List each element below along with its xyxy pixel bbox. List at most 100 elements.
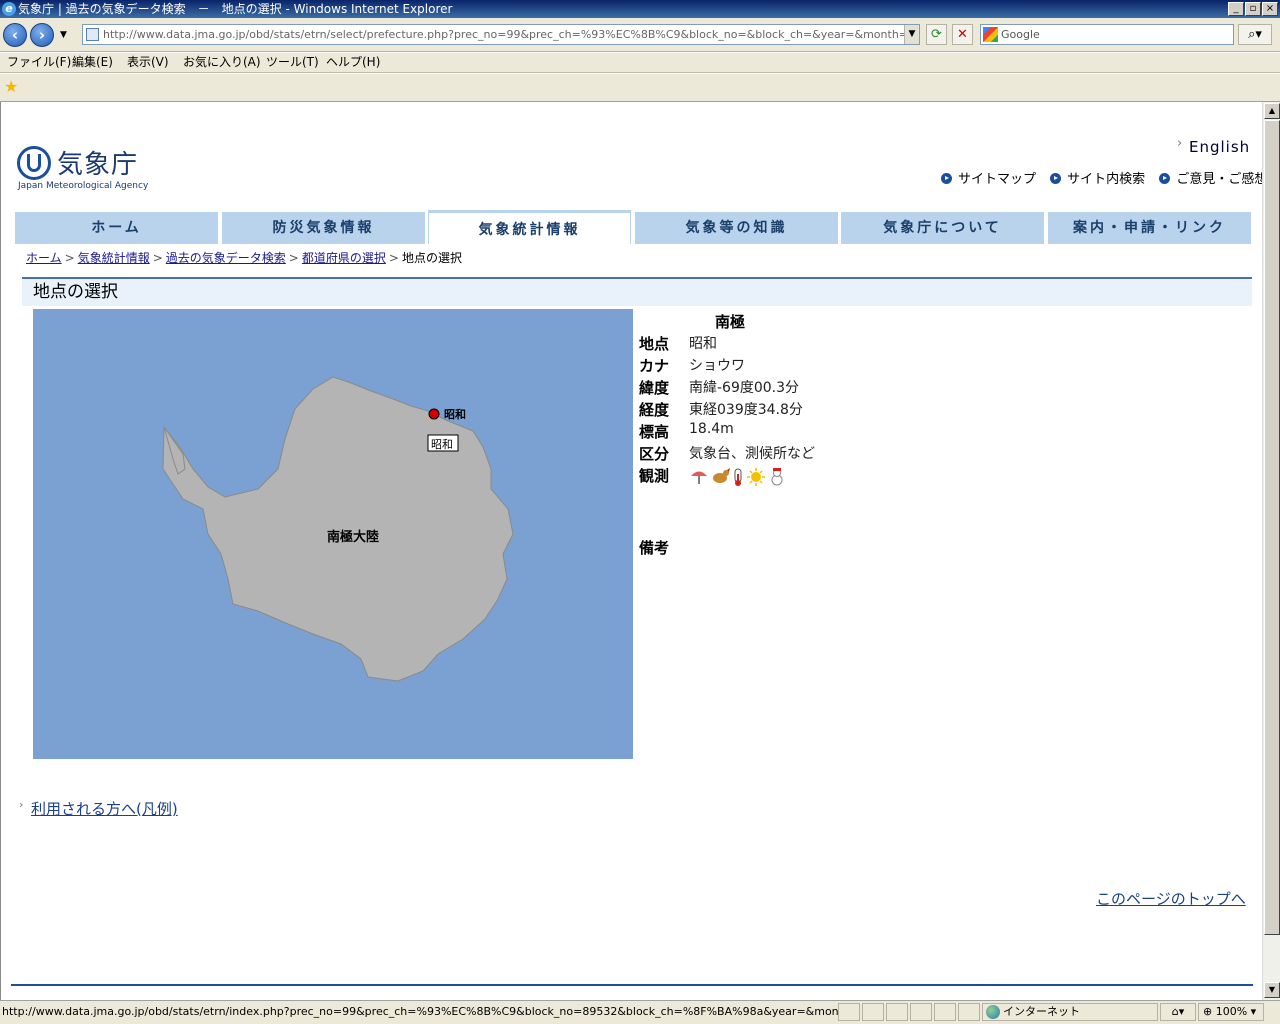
- search-box[interactable]: Google: [980, 24, 1234, 45]
- logo-name: 気象庁: [57, 150, 139, 180]
- menu-view[interactable]: 表示(V): [127, 53, 169, 72]
- scroll-thumb[interactable]: [1264, 120, 1280, 935]
- search-placeholder: Google: [1001, 28, 1040, 41]
- info-label: 観測: [639, 467, 670, 485]
- forward-button[interactable]: ›: [30, 23, 54, 47]
- menu-bar: ファイル(F) 編集(E) 表示(V) お気に入り(A) ツール(T) ヘルプ(…: [0, 53, 1280, 73]
- stop-button[interactable]: ✕: [952, 24, 973, 45]
- zoom-icon: ⊕: [1203, 1005, 1213, 1018]
- google-icon: [983, 27, 998, 42]
- zoom-dropdown-icon: ▾: [1250, 1005, 1257, 1018]
- jma-logo[interactable]: 気象庁 Japan Meteorological Agency: [17, 144, 149, 192]
- feedback-link[interactable]: ご意見・ご感想: [1159, 168, 1262, 187]
- back-to-top-link[interactable]: このページのトップへ: [1096, 888, 1246, 909]
- site-search-link-label: サイト内検索: [1067, 172, 1146, 187]
- arrow-bullet-icon: [1159, 173, 1171, 184]
- menu-tools[interactable]: ツール(T): [266, 53, 319, 72]
- scroll-down-icon[interactable]: ▼: [1264, 982, 1280, 998]
- breadcrumb-data-search[interactable]: 過去の気象データ検索: [166, 251, 286, 265]
- address-dropdown-icon[interactable]: ▼: [904, 25, 919, 44]
- info-value: ショウワ: [689, 358, 745, 374]
- info-value: 18.4m: [689, 421, 734, 437]
- info-label: 経度: [639, 401, 670, 419]
- info-value: 南緯-69度00.3分: [689, 380, 800, 396]
- menu-edit[interactable]: 編集(E): [72, 53, 113, 72]
- protected-mode-icon[interactable]: ⌂▾: [1160, 1003, 1196, 1021]
- globe-icon: [986, 1005, 1000, 1019]
- minimize-button[interactable]: _: [1228, 2, 1244, 16]
- refresh-button[interactable]: ⟳: [926, 24, 947, 45]
- close-window-button[interactable]: ×: [1262, 2, 1278, 16]
- antarctica-continent[interactable]: [162, 376, 514, 682]
- station-map: 昭和 昭和 南極大陸: [33, 309, 633, 759]
- address-bar[interactable]: http://www.data.jma.go.jp/obd/stats/etrn…: [82, 24, 920, 45]
- observation-icons: [689, 467, 789, 491]
- security-zone[interactable]: インターネット: [982, 1003, 1158, 1021]
- remarks-label: 備考: [639, 539, 670, 557]
- showa-station-dot[interactable]: [428, 408, 440, 420]
- menu-file[interactable]: ファイル(F): [7, 53, 71, 72]
- showa-station-box-label: 昭和: [431, 438, 453, 451]
- breadcrumb-prefecture[interactable]: 都道府県の選択: [302, 251, 386, 265]
- region-name: 南極: [715, 313, 746, 331]
- menu-help[interactable]: ヘルプ(H): [326, 53, 380, 72]
- vertical-scrollbar[interactable]: ▲ ▼: [1262, 102, 1280, 1000]
- english-link[interactable]: English: [1177, 136, 1250, 156]
- address-text: http://www.data.jma.go.jp/obd/stats/etrn…: [103, 28, 920, 41]
- status-bar: http://www.data.jma.go.jp/obd/stats/etrn…: [0, 1000, 1280, 1024]
- zoom-level: 100%: [1215, 1005, 1248, 1018]
- favorites-bar: ★: [0, 74, 1280, 102]
- info-label: 区分: [639, 445, 670, 463]
- showa-station-label: 昭和: [444, 407, 466, 421]
- info-label: 標高: [639, 423, 670, 441]
- status-segment: [886, 1003, 908, 1021]
- info-label: カナ: [639, 357, 670, 375]
- zoom-control[interactable]: ⊕ 100% ▾: [1198, 1003, 1264, 1021]
- sun-icon: [747, 468, 765, 486]
- arrow-bullet-icon: [1050, 173, 1062, 184]
- top-links: サイトマップ サイト内検索 ご意見・ご感想: [941, 168, 1262, 187]
- site-search-link[interactable]: サイト内検索: [1050, 168, 1145, 187]
- arrow-bullet-icon: [941, 173, 952, 184]
- status-segment: [838, 1003, 860, 1021]
- tab-disaster-info[interactable]: 防災気象情報: [222, 212, 425, 244]
- tab-about[interactable]: 気象庁について: [841, 212, 1044, 244]
- page-content: 気象庁 Japan Meteorological Agency English …: [0, 102, 1262, 1000]
- status-url: http://www.data.jma.go.jp/obd/stats/etrn…: [2, 1005, 839, 1018]
- tab-knowledge[interactable]: 気象等の知識: [635, 212, 838, 244]
- scroll-up-icon[interactable]: ▲: [1264, 103, 1280, 119]
- info-value: 気象台、測候所など: [689, 446, 815, 462]
- feedback-link-label: ご意見・ご感想: [1176, 172, 1262, 187]
- breadcrumb: ホーム > 気象統計情報 > 過去の気象データ検索 > 都道府県の選択 > 地点の選択: [26, 249, 462, 266]
- ie-logo-icon: e: [2, 2, 16, 16]
- search-button[interactable]: ⌕▾: [1238, 24, 1272, 45]
- history-dropdown-icon[interactable]: ▼: [60, 30, 67, 40]
- breadcrumb-separator: >: [64, 251, 75, 265]
- info-value: 昭和: [689, 336, 717, 352]
- breadcrumb-separator: >: [388, 251, 399, 265]
- breadcrumb-separator: >: [152, 251, 163, 265]
- tab-statistics[interactable]: 気象統計情報: [428, 210, 631, 244]
- sitemap-link[interactable]: サイトマップ: [941, 168, 1036, 187]
- snowman-icon: [771, 468, 783, 486]
- back-button[interactable]: ‹: [3, 23, 27, 47]
- favorites-star-icon[interactable]: ★: [4, 79, 18, 95]
- breadcrumb-statistics[interactable]: 気象統計情報: [78, 251, 150, 265]
- menu-favorites[interactable]: お気に入り(A): [183, 53, 261, 72]
- jma-logo-icon: [17, 146, 51, 180]
- page-title: 地点の選択: [22, 277, 1252, 306]
- sitemap-link-label: サイトマップ: [958, 172, 1037, 187]
- zone-label: インターネット: [1003, 1005, 1080, 1018]
- legend-link[interactable]: 利用される方へ(凡例): [19, 798, 178, 819]
- main-tabs: ホーム 防災気象情報 気象統計情報 気象等の知識 気象庁について 案内・申請・リ…: [15, 210, 1251, 244]
- tab-links[interactable]: 案内・申請・リンク: [1048, 212, 1251, 244]
- legend-link-label: 利用される方へ(凡例): [31, 800, 178, 818]
- antarctica-map-svg: 昭和 昭和 南極大陸: [162, 376, 514, 682]
- breadcrumb-current: 地点の選択: [401, 251, 462, 265]
- status-segment: [910, 1003, 932, 1021]
- logo-english-name: Japan Meteorological Agency: [18, 181, 149, 191]
- status-segment: [862, 1003, 884, 1021]
- maximize-button[interactable]: ▫: [1245, 2, 1261, 16]
- breadcrumb-home[interactable]: ホーム: [26, 251, 62, 265]
- tab-home[interactable]: ホーム: [15, 212, 218, 244]
